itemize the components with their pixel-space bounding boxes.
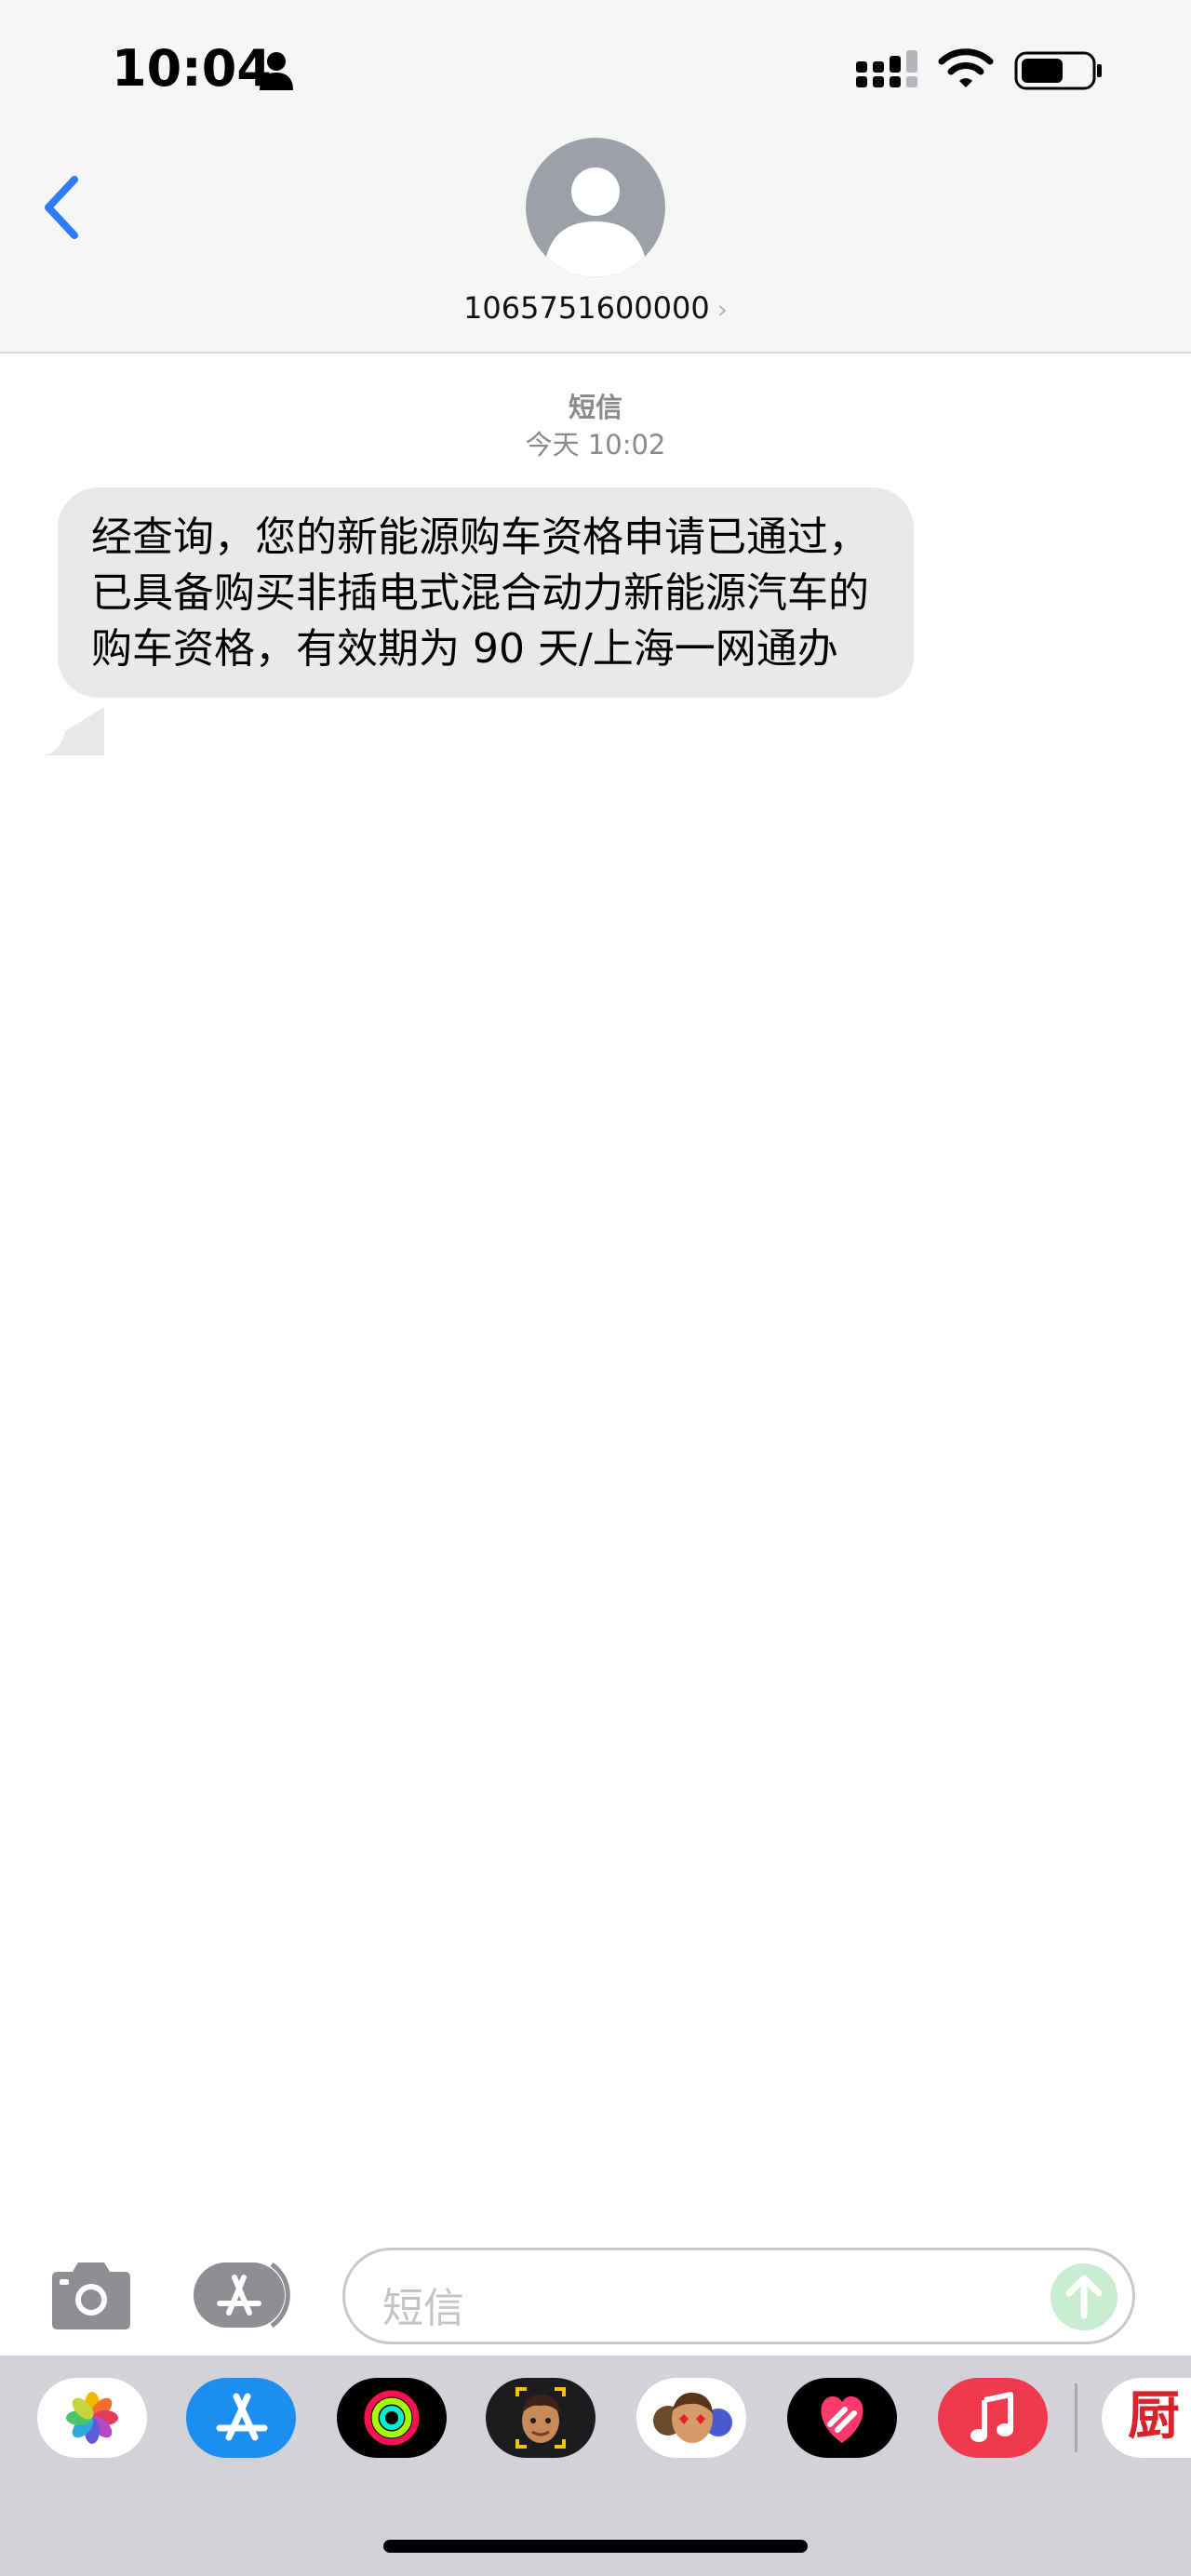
wifi-icon — [938, 48, 994, 87]
person-icon — [260, 52, 293, 90]
contact-number[interactable]: 1065751600000 — [463, 290, 710, 326]
thread-meta: 短信 今天 10:02 — [0, 389, 1191, 463]
message-input-placeholder: 短信 — [382, 2285, 464, 2332]
status-time: 10:04 — [112, 39, 272, 98]
send-arrow-icon — [1065, 2275, 1103, 2319]
avatar-icon[interactable] — [526, 138, 665, 277]
battery-icon — [1014, 51, 1102, 90]
digital-touch-app-icon[interactable] — [787, 2378, 897, 2458]
kitchen-app-glyph: 厨 — [1128, 2386, 1180, 2447]
service-label: 短信 — [568, 392, 622, 423]
message-text: 经查询，您的新能源购车资格申请已通过，已具备购买非插电式混合动力新能源汽车的购车… — [91, 514, 869, 673]
message-timestamp: 今天 10:02 — [525, 429, 666, 460]
photos-app-icon[interactable] — [37, 2378, 147, 2458]
drawer-divider — [1075, 2383, 1077, 2452]
send-button[interactable] — [1050, 2263, 1117, 2330]
contact-name[interactable]: 1065751600000 › — [0, 290, 1191, 326]
contact-chevron-icon: › — [716, 294, 728, 325]
back-chevron-icon[interactable] — [37, 172, 89, 243]
message-input[interactable]: 短信 — [342, 2248, 1135, 2344]
fitness-app-icon[interactable] — [337, 2378, 447, 2458]
app-store-icon[interactable] — [192, 2261, 300, 2329]
music-app-icon[interactable] — [938, 2378, 1048, 2458]
kitchen-app-icon[interactable]: 厨 — [1102, 2378, 1191, 2458]
bubble-tail — [39, 707, 104, 755]
home-indicator[interactable] — [383, 2540, 808, 2553]
camera-icon[interactable] — [47, 2259, 136, 2333]
conversation-header: 10:04 1065751600000 › — [0, 0, 1191, 354]
memoji-app-icon[interactable] — [486, 2378, 596, 2458]
cellular-signal-icon — [856, 50, 917, 87]
incoming-message-bubble[interactable]: 经查询，您的新能源购车资格申请已通过，已具备购买非插电式混合动力新能源汽车的购车… — [58, 487, 914, 698]
animoji-stickers-app-icon[interactable] — [636, 2378, 746, 2458]
app-store-app-icon[interactable] — [186, 2378, 296, 2458]
